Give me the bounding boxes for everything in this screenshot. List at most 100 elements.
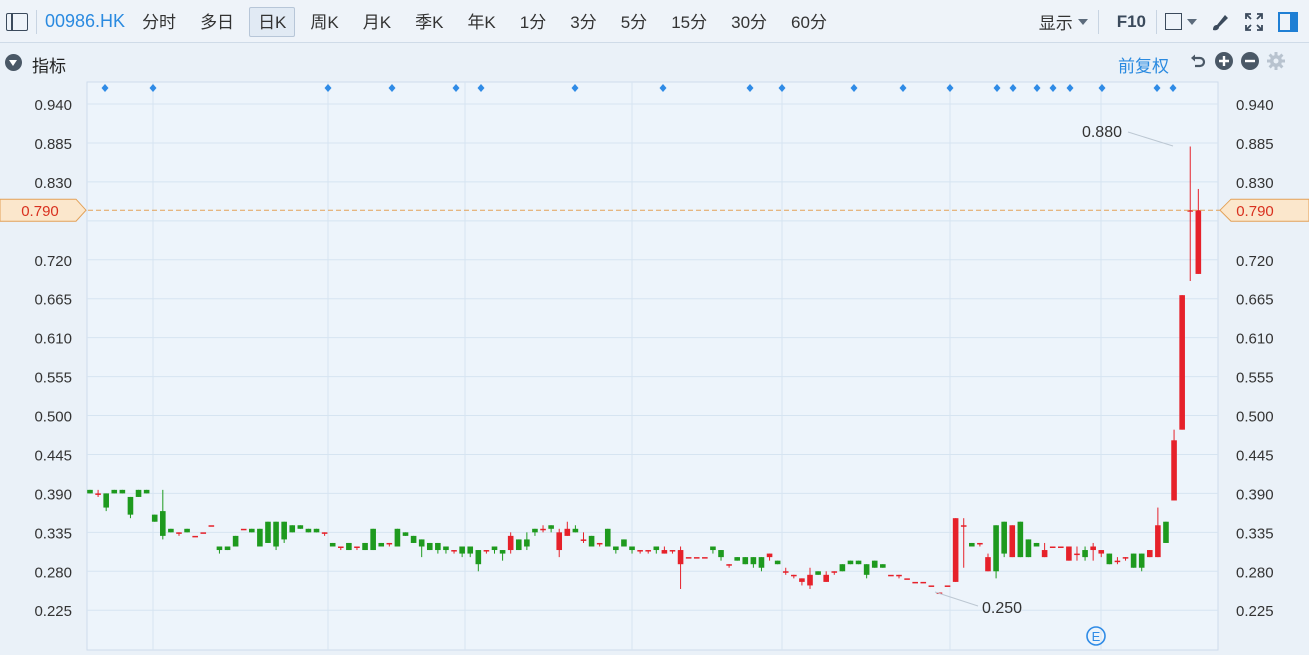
candle-body: [111, 489, 118, 494]
candle-body: [669, 550, 676, 552]
candle-body: [127, 496, 134, 515]
candle: [168, 528, 174, 533]
candle-body: [653, 546, 660, 551]
y-tick-label-left: 0.500: [34, 409, 72, 426]
candle-body: [839, 564, 846, 572]
candle: [847, 560, 854, 565]
candle-body: [216, 546, 223, 551]
kline-app: 00986.HK 分时 多日 日K 周K 月K 季K 年K 1分 3分 5分 15分 30分 60分 显…: [0, 0, 1309, 655]
candle-body: [1041, 550, 1048, 558]
candle: [273, 521, 279, 551]
candle: [1146, 550, 1153, 558]
candle-body: [1058, 546, 1064, 548]
candle: [184, 528, 190, 533]
candle-body: [1001, 521, 1007, 554]
candle: [944, 585, 951, 587]
candle-body: [95, 493, 101, 495]
candle-body: [807, 574, 813, 586]
y-tick-label-right: 0.830: [1236, 175, 1274, 192]
candle-body: [637, 550, 643, 552]
candle-body: [240, 528, 247, 531]
candle-body: [321, 532, 328, 534]
candle-body: [564, 528, 571, 536]
candle-body: [1074, 553, 1080, 556]
candle-body: [750, 557, 757, 565]
y-tick-label-left: 0.885: [34, 136, 72, 153]
candle-body: [880, 564, 886, 568]
candle-body: [556, 532, 563, 551]
candle-body: [912, 581, 918, 584]
candle: [289, 525, 296, 533]
candle-body: [969, 542, 975, 547]
candle-body: [346, 542, 352, 551]
candle-body: [920, 581, 927, 584]
candle-body: [1179, 295, 1185, 430]
candle: [1001, 521, 1007, 558]
candle-body: [871, 560, 878, 568]
candle-body: [758, 557, 765, 568]
candle-body: [596, 542, 603, 545]
candle-body: [418, 539, 425, 547]
candle-body: [766, 553, 773, 558]
candle-body: [742, 557, 749, 565]
candle-body: [1146, 550, 1153, 558]
candle: [1171, 429, 1177, 501]
candle: [297, 525, 304, 529]
candle-body: [402, 532, 409, 536]
candle-body: [693, 557, 700, 559]
candle-body: [451, 550, 457, 552]
y-tick-label-right: 0.445: [1236, 447, 1274, 464]
candle: [774, 560, 781, 565]
candle-body: [588, 535, 595, 547]
candle-body: [200, 532, 207, 534]
candle-body: [337, 546, 344, 548]
kline-chart[interactable]: 0.940 0.885 0.830 0.720 0.665 0.610 0.555 0.500…: [0, 0, 1309, 655]
candle-body: [718, 550, 724, 558]
candle-body: [1138, 553, 1145, 568]
candle: [855, 560, 862, 565]
y-tick-label-left: 0.555: [34, 370, 72, 387]
candle-body: [394, 528, 401, 547]
candle: [880, 564, 886, 568]
y-tick-label-right: 0.335: [1236, 525, 1274, 542]
candle: [702, 557, 708, 559]
candle-body: [435, 542, 441, 551]
candle-body: [960, 525, 967, 527]
candle-body: [1098, 550, 1105, 554]
candle-body: [249, 528, 255, 533]
candle-body: [184, 528, 190, 533]
candle-body: [265, 521, 271, 543]
y-axis-left: 0.940 0.885 0.830 0.720 0.665 0.610 0.555 0.500…: [34, 97, 72, 620]
y-axis-right: 0.940 0.885 0.830 0.720 0.665 0.610 0.555 0.500…: [1236, 97, 1274, 620]
candle-body: [1155, 525, 1161, 558]
candle: [1179, 295, 1185, 430]
candle-body: [1017, 521, 1024, 558]
candle-body: [831, 571, 838, 573]
candle: [871, 560, 878, 568]
event-e-text: E: [1092, 629, 1101, 644]
candle: [346, 542, 352, 551]
candle: [135, 489, 142, 497]
candle-body: [1114, 560, 1121, 563]
candle-body: [313, 528, 320, 533]
candle: [192, 535, 198, 538]
candle-body: [855, 560, 862, 565]
candle: [1009, 525, 1016, 558]
y-tick-label-left: 0.940: [34, 97, 72, 114]
candle: [394, 528, 401, 547]
y-tick-label-right: 0.280: [1236, 564, 1274, 581]
candle: [200, 532, 207, 534]
candle-body: [1106, 553, 1113, 565]
plot-area: [86, 81, 1219, 651]
candle: [111, 489, 118, 494]
candle: [151, 514, 158, 522]
candle-body: [378, 542, 385, 547]
candle-body: [192, 535, 198, 538]
candle-body: [459, 546, 465, 554]
candle: [410, 535, 417, 543]
candle-body: [119, 489, 126, 494]
candle: [969, 542, 975, 547]
candle-body: [305, 528, 312, 533]
candle-body: [645, 550, 652, 552]
candle-body: [847, 560, 854, 565]
